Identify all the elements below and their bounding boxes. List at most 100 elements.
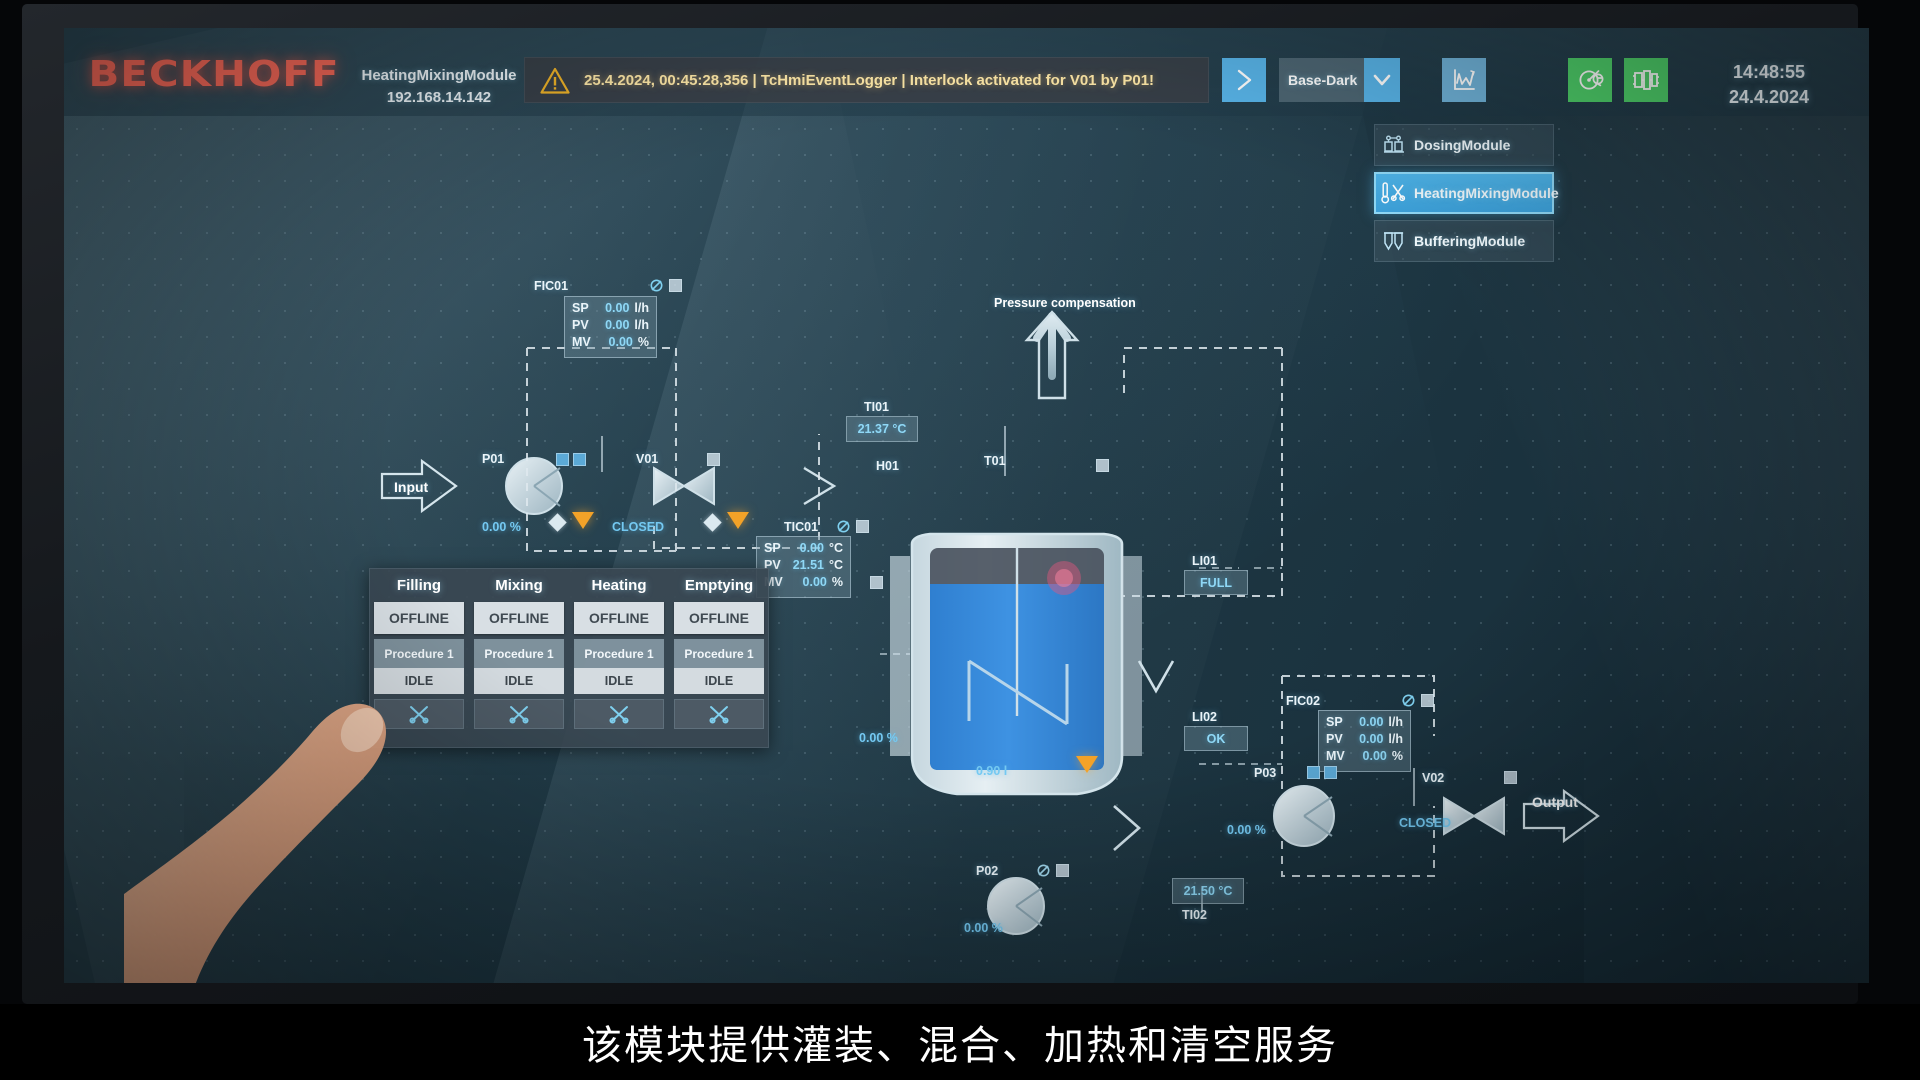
mv-value: 0.00 (802, 575, 827, 589)
fic01-mode-badge[interactable] (669, 279, 682, 292)
pv-unit: l/h (1388, 732, 1403, 746)
state-label: IDLE (674, 668, 764, 694)
fic02-faceplate[interactable]: SP 0.00 l/h PV 0.00 l/h MV 0.00% (1318, 710, 1411, 772)
h01-mode-badge[interactable] (870, 576, 883, 589)
mode-button[interactable]: OFFLINE (474, 602, 564, 634)
column-title: Heating (591, 576, 647, 594)
chevron-down-icon (1373, 74, 1391, 86)
no-signal-icon (837, 520, 850, 533)
p03-tag: P03 (1254, 766, 1277, 780)
beckhoff-logo: BECKHOFF (88, 54, 340, 95)
v01-mode-badge[interactable] (707, 453, 720, 466)
li02-tag: LI02 (1192, 710, 1218, 724)
column-title: Mixing (495, 576, 543, 594)
p02-mode-badge[interactable] (1056, 864, 1069, 877)
no-signal-icon (1402, 694, 1415, 707)
tank-warning-triangle[interactable] (1076, 756, 1098, 773)
state-label: IDLE (574, 668, 664, 694)
h01-value: 0.00 % (859, 731, 898, 745)
fic01-tag: FIC01 (534, 279, 569, 293)
v02-mode-badge[interactable] (1504, 771, 1517, 784)
fic02-mode-badge[interactable] (1421, 694, 1434, 707)
p02-value: 0.00 % (964, 921, 1003, 935)
alarm-message: 25.4.2024, 00:45:28,356 | TcHmiEventLogg… (584, 71, 1155, 89)
pv-key: PV (1326, 732, 1343, 746)
p02-tag: P02 (976, 864, 999, 878)
sp-value: 0.00 (605, 301, 630, 315)
theme-select[interactable]: Base-Dark (1279, 58, 1364, 102)
no-signal-icon (1037, 864, 1050, 877)
plc-device-button[interactable] (1624, 58, 1668, 102)
procedure-label[interactable]: Procedure 1 (674, 639, 764, 668)
mv-value: 0.00 (608, 335, 633, 349)
trend-chart-icon (1454, 69, 1475, 90)
tic01-faceplate[interactable]: SP 0.00 °C PV 21.51 °C MV 0.00% (756, 536, 851, 598)
plc-device-icon (1633, 70, 1659, 90)
p03-value: 0.00 % (1227, 823, 1266, 837)
v01-tag: V01 (636, 452, 659, 466)
p03-badge-o[interactable] (1307, 766, 1320, 779)
p01-tag: P01 (482, 452, 505, 466)
tic01-mode-badge[interactable] (856, 520, 869, 533)
clock: 14:48:55 24.4.2024 (1704, 60, 1834, 110)
unit-control-panel: Filling OFFLINE Procedure 1 IDLE Mixing … (369, 568, 769, 748)
sp-value: 0.00 (799, 541, 824, 555)
tools-button[interactable] (474, 699, 564, 729)
p01-warning-triangle[interactable] (572, 512, 594, 529)
procedure-label[interactable]: Procedure 1 (574, 639, 664, 668)
t01-mode-badge[interactable] (1096, 459, 1109, 472)
pv-unit: °C (828, 558, 843, 572)
top-bar: BECKHOFF HeatingMixingModule 192.168.14.… (64, 28, 1869, 116)
warning-triangle-icon (540, 67, 570, 94)
tools-icon (609, 706, 629, 724)
clock-date: 24.4.2024 (1728, 86, 1810, 107)
tools-button[interactable] (674, 699, 764, 729)
mv-unit: % (1391, 749, 1403, 763)
engineering-button[interactable] (1568, 58, 1612, 102)
state-label: IDLE (474, 668, 564, 694)
tools-button[interactable] (574, 699, 664, 729)
gear-speed-icon (1579, 70, 1604, 90)
sp-value: 0.00 (1359, 715, 1384, 729)
li02-state: OK (1184, 726, 1248, 751)
fic02-tag: FIC02 (1286, 694, 1321, 708)
input-label: Input (394, 479, 429, 495)
t01-tag: T01 (984, 454, 1006, 468)
v02-tag: V02 (1422, 771, 1445, 785)
mv-key: MV (1326, 749, 1345, 763)
mode-button[interactable]: OFFLINE (374, 602, 464, 634)
v01-state: CLOSED (612, 520, 665, 534)
next-alarm-button[interactable] (1222, 58, 1266, 102)
procedure-label[interactable]: Procedure 1 (374, 639, 464, 668)
mode-button[interactable]: OFFLINE (574, 602, 664, 634)
tic01-tag: TIC01 (784, 520, 819, 534)
tank-t01 (890, 532, 1142, 832)
column-title: Filling (396, 576, 442, 594)
li01-state: FULL (1184, 570, 1248, 595)
p03-badge-m[interactable] (1324, 766, 1337, 779)
host-ip: 192.168.14.142 (386, 88, 492, 106)
v02-state: CLOSED (1399, 816, 1452, 830)
sp-key: SP (1326, 715, 1343, 729)
heater-h01 (890, 556, 910, 756)
pressure-compensation-label: Pressure compensation (994, 296, 1136, 310)
theme-selected-value: Base-Dark (1288, 72, 1358, 88)
tools-button[interactable] (374, 699, 464, 729)
p01-badge-m[interactable] (573, 453, 586, 466)
p01-badge-o[interactable] (556, 453, 569, 466)
process-diagram: FIC01 SP 0.00 l/h PV 0.00 l/h MV 0.00% Input … (64, 116, 1869, 983)
valve-v01-left (653, 466, 686, 506)
pv-value: 0.00 (1359, 732, 1384, 746)
control-column-mixing: Mixing OFFLINE Procedure 1 IDLE (469, 568, 569, 748)
alarm-bar[interactable]: 25.4.2024, 00:45:28,356 | TcHmiEventLogg… (524, 57, 1209, 103)
theme-dropdown-button[interactable] (1364, 58, 1400, 102)
ti01-tag: TI01 (864, 400, 890, 414)
subtitle-bar: 该模块提供灌装、混合、加热和清空服务 (0, 1004, 1920, 1080)
trend-view-button[interactable] (1442, 58, 1486, 102)
v01-warning-triangle[interactable] (727, 512, 749, 529)
procedure-label[interactable]: Procedure 1 (474, 639, 564, 668)
pv-key: PV (572, 318, 589, 332)
fic01-faceplate[interactable]: SP 0.00 l/h PV 0.00 l/h MV 0.00% (564, 296, 657, 358)
mode-button[interactable]: OFFLINE (674, 602, 764, 634)
pv-value: 21.51 (792, 558, 824, 572)
